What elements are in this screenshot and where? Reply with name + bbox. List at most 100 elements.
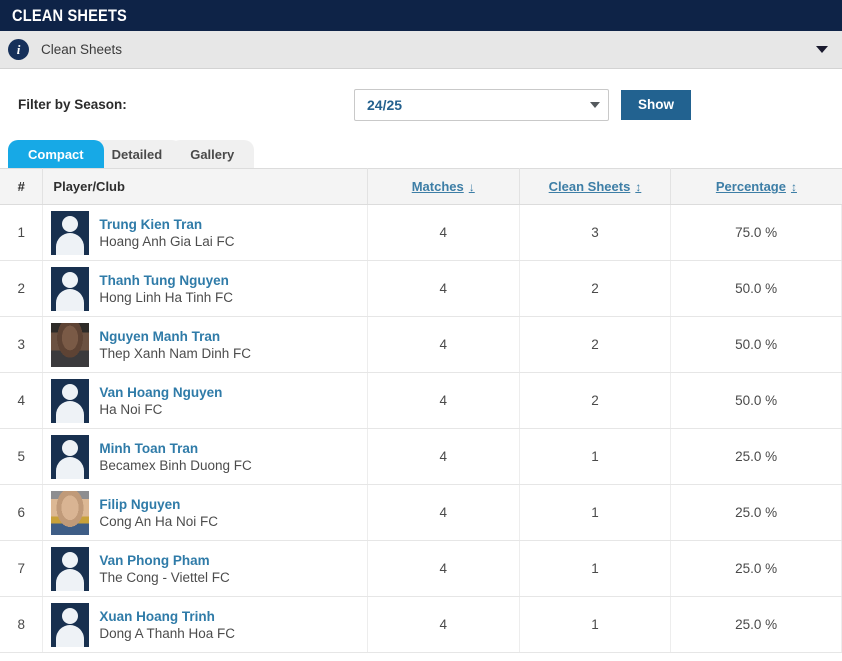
tab-compact[interactable]: Compact	[8, 140, 104, 168]
table-row: 6 Filip Nguyen Cong An Ha Noi FC 4 1 25.0 %	[0, 484, 842, 541]
player-cell: Nguyen Manh Tran Thep Xanh Nam Dinh FC	[51, 322, 366, 367]
cell-rank: 1	[0, 204, 44, 261]
cell-percentage: 25.0 %	[670, 428, 842, 485]
player-info: Thanh Tung Nguyen Hong Linh Ha Tinh FC	[99, 273, 233, 305]
page-title-bar: Clean Sheets	[0, 0, 842, 31]
cell-percentage: 25.0 %	[670, 484, 842, 541]
table-row: 7 Van Phong Pham The Cong - Viettel FC 4 1 25…	[0, 540, 842, 597]
player-info: Trung Kien Tran Hoang Anh Gia Lai FC	[99, 217, 234, 249]
tab-gallery[interactable]: Gallery	[170, 140, 255, 168]
table-row: 5 Minh Toan Tran Becamex Binh Duong FC 4 1 25…	[0, 428, 842, 485]
cell-player-club: Minh Toan Tran Becamex Binh Duong FC	[42, 428, 368, 485]
player-cell: Trung Kien Tran Hoang Anh Gia Lai FC	[51, 210, 366, 255]
clean-sheets-table: # Player/Club Matches ↓ Clean Sheets ↕ P…	[0, 168, 842, 653]
cell-rank: 6	[0, 484, 44, 541]
player-cell: Van Hoang Nguyen Ha Noi FC	[51, 378, 366, 423]
cell-clean-sheets: 1	[519, 428, 672, 485]
sort-clean-sheets[interactable]: Clean Sheets ↕	[549, 179, 642, 194]
club-name: Dong A Thanh Hoa FC	[99, 625, 235, 641]
info-icon: i	[8, 39, 29, 60]
col-percentage: Percentage ↕	[670, 168, 842, 205]
tab-detailed[interactable]: Detailed	[91, 140, 183, 168]
cell-matches: 4	[367, 260, 520, 317]
season-select-value: 24/25	[367, 96, 403, 113]
sort-percentage[interactable]: Percentage ↕	[716, 179, 797, 194]
chevron-down-icon[interactable]	[816, 46, 828, 53]
player-cell: Thanh Tung Nguyen Hong Linh Ha Tinh FC	[51, 266, 366, 311]
avatar	[51, 378, 90, 423]
player-info: Nguyen Manh Tran Thep Xanh Nam Dinh FC	[99, 329, 251, 361]
cell-matches: 4	[367, 540, 520, 597]
cell-clean-sheets: 2	[519, 316, 672, 373]
club-name: Hong Linh Ha Tinh FC	[99, 289, 233, 305]
cell-percentage: 25.0 %	[670, 540, 842, 597]
player-cell: Minh Toan Tran Becamex Binh Duong FC	[51, 434, 366, 479]
cell-clean-sheets: 1	[519, 540, 672, 597]
page-title: Clean Sheets	[12, 5, 127, 25]
cell-rank: 7	[0, 540, 44, 597]
avatar	[51, 546, 90, 591]
col-matches: Matches ↓	[367, 168, 520, 205]
cell-player-club: Filip Nguyen Cong An Ha Noi FC	[42, 484, 368, 541]
cell-player-club: Trung Kien Tran Hoang Anh Gia Lai FC	[42, 204, 368, 261]
player-info: Van Phong Pham The Cong - Viettel FC	[99, 553, 229, 585]
info-bar[interactable]: i Clean Sheets	[0, 31, 842, 69]
cell-matches: 4	[367, 428, 520, 485]
cell-player-club: Xuan Hoang Trinh Dong A Thanh Hoa FC	[42, 596, 368, 653]
cell-rank: 2	[0, 260, 44, 317]
table-row: 2 Thanh Tung Nguyen Hong Linh Ha Tinh FC 4 2…	[0, 260, 842, 317]
club-name: The Cong - Viettel FC	[99, 569, 230, 585]
player-info: Van Hoang Nguyen Ha Noi FC	[99, 385, 222, 417]
cell-clean-sheets: 1	[519, 484, 672, 541]
arrow-down-icon: ↓	[468, 179, 475, 194]
club-name: Becamex Binh Duong FC	[99, 457, 252, 473]
player-name-link[interactable]: Van Phong Pham	[99, 553, 229, 568]
table-row: 3 Nguyen Manh Tran Thep Xanh Nam Dinh FC 4 2…	[0, 316, 842, 373]
cell-percentage: 50.0 %	[670, 372, 842, 429]
player-name-link[interactable]: Van Hoang Nguyen	[99, 385, 222, 400]
cell-rank: 5	[0, 428, 44, 485]
player-info: Minh Toan Tran Becamex Binh Duong FC	[99, 441, 251, 473]
caret-down-icon	[590, 101, 600, 108]
club-name: Thep Xanh Nam Dinh FC	[99, 345, 251, 361]
table-body: 1 Trung Kien Tran Hoang Anh Gia Lai FC 4 3 75…	[0, 204, 842, 653]
avatar	[51, 322, 90, 367]
cell-player-club: Van Hoang Nguyen Ha Noi FC	[42, 372, 368, 429]
info-bar-label: Clean Sheets	[41, 42, 123, 57]
arrow-up-down-icon: ↕	[790, 179, 797, 194]
player-cell: Filip Nguyen Cong An Ha Noi FC	[51, 490, 366, 535]
view-tabs: Compact Detailed Gallery	[0, 140, 842, 168]
player-name-link[interactable]: Xuan Hoang Trinh	[99, 609, 235, 624]
col-matches-label: Matches	[411, 179, 464, 194]
player-cell: Xuan Hoang Trinh Dong A Thanh Hoa FC	[51, 602, 366, 647]
col-percentage-label: Percentage	[715, 179, 786, 194]
season-select[interactable]: 24/25	[354, 88, 609, 121]
player-name-link[interactable]: Trung Kien Tran	[99, 217, 234, 232]
cell-percentage: 50.0 %	[670, 316, 842, 373]
cell-percentage: 75.0 %	[670, 204, 842, 261]
cell-clean-sheets: 3	[519, 204, 672, 261]
cell-player-club: Nguyen Manh Tran Thep Xanh Nam Dinh FC	[42, 316, 368, 373]
cell-matches: 4	[367, 596, 520, 653]
arrow-up-down-icon: ↕	[635, 179, 642, 194]
player-info: Xuan Hoang Trinh Dong A Thanh Hoa FC	[99, 609, 235, 641]
sort-matches[interactable]: Matches ↓	[412, 179, 475, 194]
cell-matches: 4	[367, 204, 520, 261]
cell-matches: 4	[367, 316, 520, 373]
cell-clean-sheets: 2	[519, 372, 672, 429]
player-name-link[interactable]: Minh Toan Tran	[99, 441, 251, 456]
player-name-link[interactable]: Nguyen Manh Tran	[99, 329, 251, 344]
club-name: Ha Noi FC	[99, 401, 163, 417]
club-name: Cong An Ha Noi FC	[99, 513, 218, 529]
player-name-link[interactable]: Thanh Tung Nguyen	[99, 273, 233, 288]
cell-matches: 4	[367, 484, 520, 541]
show-button[interactable]: Show	[621, 89, 691, 120]
table-row: 8 Xuan Hoang Trinh Dong A Thanh Hoa FC 4 1 25…	[0, 596, 842, 653]
filter-bar: Filter by Season: 24/25 Show	[0, 69, 842, 140]
cell-percentage: 25.0 %	[670, 596, 842, 653]
cell-clean-sheets: 2	[519, 260, 672, 317]
player-info: Filip Nguyen Cong An Ha Noi FC	[99, 497, 218, 529]
player-name-link[interactable]: Filip Nguyen	[99, 497, 218, 512]
col-player-club: Player/Club	[42, 168, 368, 205]
filter-season-label: Filter by Season:	[18, 97, 127, 112]
